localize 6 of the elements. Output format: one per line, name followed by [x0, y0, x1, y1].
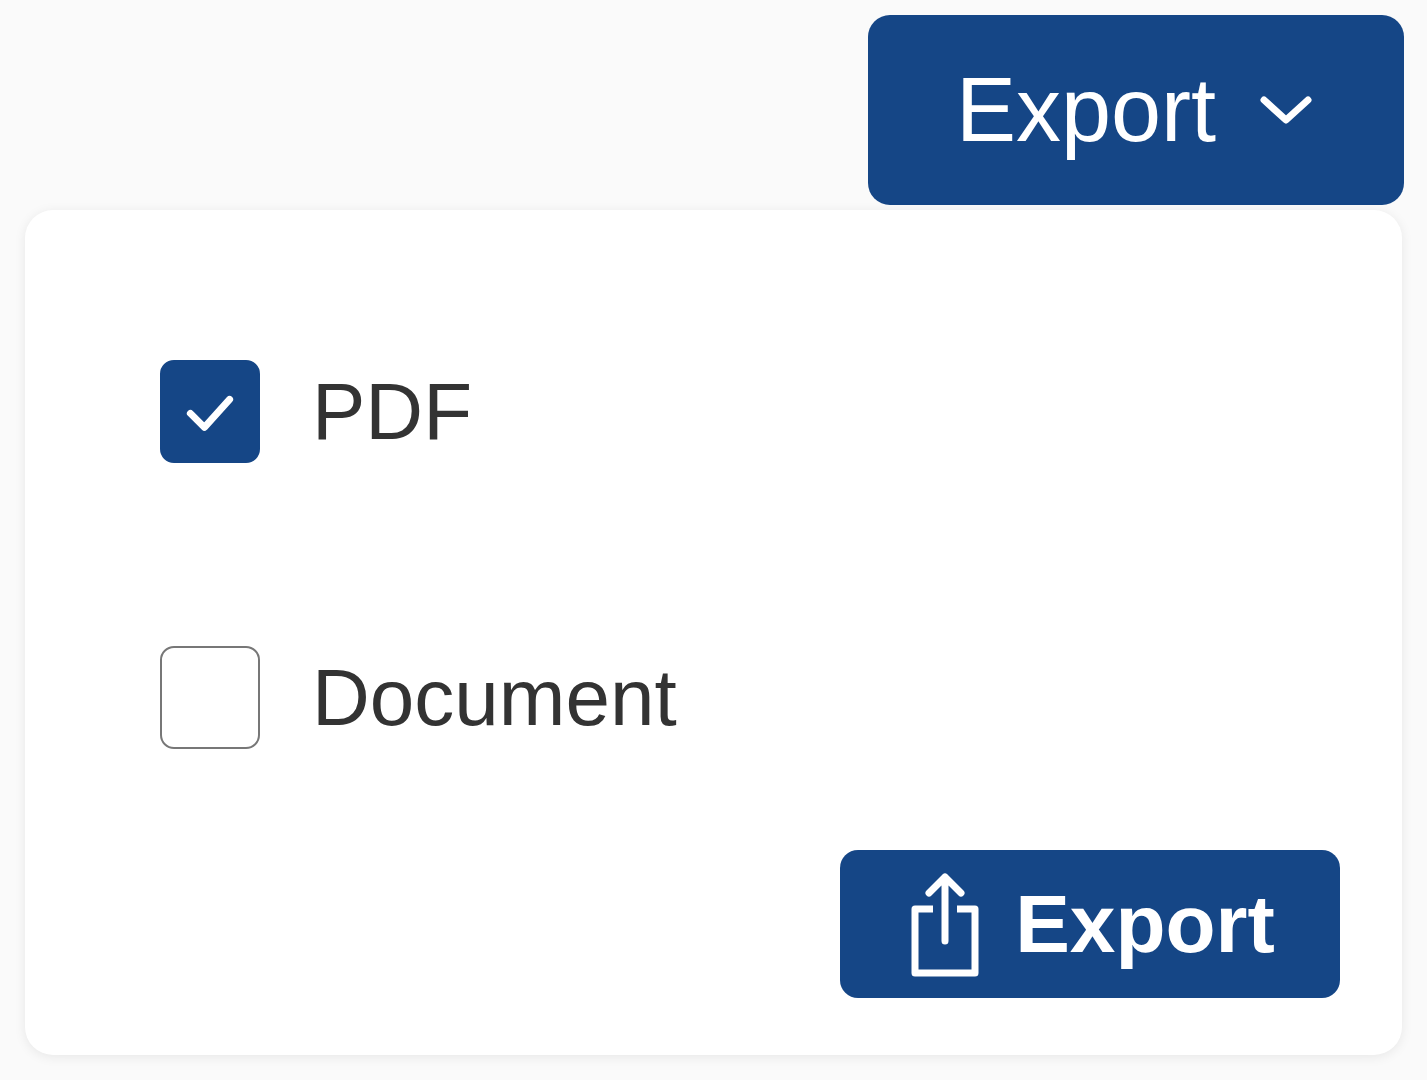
- checkbox[interactable]: [160, 360, 260, 463]
- checkbox[interactable]: [160, 646, 260, 749]
- option-label: Document: [312, 651, 677, 744]
- export-dropdown-button[interactable]: Export: [868, 15, 1404, 205]
- export-button[interactable]: Export: [840, 850, 1340, 998]
- option-label: PDF: [312, 365, 472, 458]
